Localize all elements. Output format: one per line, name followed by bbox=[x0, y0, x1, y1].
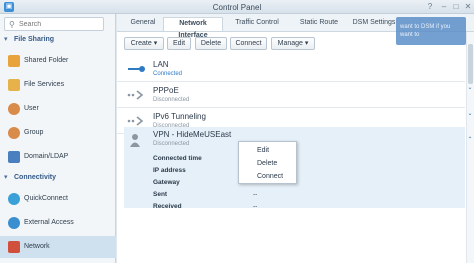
edit-button[interactable]: Edit bbox=[167, 37, 191, 50]
collapse-arrow-icon[interactable]: ⌃ bbox=[466, 136, 474, 143]
interface-status: Connected bbox=[153, 71, 183, 77]
minimize-icon[interactable]: – bbox=[439, 2, 449, 12]
title-bar: ▣ Control Panel ? – □ ✕ bbox=[0, 0, 474, 14]
interface-name: PPPoE bbox=[153, 86, 179, 95]
sidebar: ⚲ ▾ File Sharing Shared Folder File Serv… bbox=[0, 14, 116, 263]
sidebar-item-external-access[interactable]: External Access bbox=[0, 212, 116, 234]
tab-static-route[interactable]: Static Route bbox=[291, 17, 347, 31]
notification-text: want to DSM if you want to bbox=[400, 24, 451, 38]
vpn-name: VPN - HideMeUSEast bbox=[153, 130, 232, 139]
quickconnect-icon bbox=[8, 193, 20, 205]
context-menu: Edit Delete Connect bbox=[238, 141, 297, 184]
collapse-caret-icon: ▾ bbox=[4, 174, 8, 181]
sidebar-item-label: Group bbox=[24, 129, 44, 136]
interface-name: LAN bbox=[153, 60, 169, 69]
interface-name: IPv6 Tunneling bbox=[153, 112, 206, 121]
sidebar-item-label: QuickConnect bbox=[24, 195, 68, 202]
search-input[interactable] bbox=[19, 19, 99, 29]
search-box[interactable]: ⚲ bbox=[4, 17, 104, 31]
sidebar-item-label: Domain/LDAP bbox=[24, 153, 69, 160]
domain-icon bbox=[8, 151, 20, 163]
main-panel: General Network Interface Traffic Contro… bbox=[117, 14, 474, 263]
sidebar-item-shared-folder[interactable]: Shared Folder bbox=[0, 50, 116, 72]
sidebar-item-label: External Access bbox=[24, 219, 74, 226]
external-access-icon bbox=[8, 217, 20, 229]
sidebar-item-label: User bbox=[24, 105, 39, 112]
delete-button[interactable]: Delete bbox=[195, 37, 227, 50]
notification-popup: want to DSM if you want to bbox=[396, 17, 466, 45]
window-title: Control Panel bbox=[212, 3, 262, 12]
sidebar-item-group[interactable]: Group bbox=[0, 122, 116, 144]
section-file-sharing[interactable]: ▾ File Sharing bbox=[0, 34, 116, 46]
detail-sent: Sent -- bbox=[153, 191, 303, 202]
detail-value: -- bbox=[253, 203, 258, 210]
sidebar-item-domain-ldap[interactable]: Domain/LDAP bbox=[0, 146, 116, 168]
expand-arrow-icon[interactable]: ⌄ bbox=[466, 84, 474, 91]
file-services-icon bbox=[8, 79, 20, 91]
interface-status: Disconnected bbox=[153, 97, 190, 103]
connect-button[interactable]: Connect bbox=[230, 37, 267, 50]
tab-traffic-control[interactable]: Traffic Control bbox=[225, 17, 289, 31]
tab-general[interactable]: General bbox=[125, 17, 161, 31]
sidebar-item-label: Network bbox=[24, 243, 50, 250]
interface-row-pppoe[interactable]: PPPoE Disconnected bbox=[117, 82, 465, 108]
detail-received: Received -- bbox=[153, 203, 303, 214]
detail-label: IP address bbox=[153, 167, 186, 174]
sidebar-item-quickconnect[interactable]: QuickConnect bbox=[0, 188, 116, 210]
interface-row-lan[interactable]: LAN Connected bbox=[117, 56, 465, 82]
detail-value: -- bbox=[253, 191, 258, 198]
search-icon: ⚲ bbox=[9, 20, 15, 29]
create-button[interactable]: Create ▾ bbox=[124, 37, 164, 50]
scrollbar[interactable] bbox=[466, 32, 474, 263]
vpn-status: Disconnected bbox=[153, 141, 190, 147]
help-icon[interactable]: ? bbox=[425, 2, 435, 12]
sidebar-item-label: Shared Folder bbox=[24, 57, 69, 64]
section-label: Connectivity bbox=[14, 174, 57, 181]
detail-label: Sent bbox=[153, 191, 168, 198]
sidebar-item-network[interactable]: Network bbox=[0, 236, 116, 258]
network-icon bbox=[8, 241, 20, 253]
user-icon bbox=[8, 103, 20, 115]
maximize-icon[interactable]: □ bbox=[451, 2, 461, 12]
folder-icon bbox=[8, 55, 20, 67]
scrollbar-thumb[interactable] bbox=[468, 44, 473, 84]
create-label: Create bbox=[130, 40, 152, 47]
lan-connected-icon bbox=[128, 66, 145, 72]
detail-label: Received bbox=[153, 203, 182, 210]
detail-label: Connected time bbox=[153, 155, 202, 162]
section-label: File Sharing bbox=[14, 36, 55, 43]
context-menu-connect[interactable]: Connect bbox=[239, 170, 296, 183]
detail-label: Gateway bbox=[153, 179, 180, 186]
collapse-caret-icon: ▾ bbox=[4, 36, 8, 43]
vpn-profile-icon bbox=[130, 134, 140, 147]
sidebar-item-user[interactable]: User bbox=[0, 98, 116, 120]
context-menu-delete[interactable]: Delete bbox=[239, 157, 296, 170]
sidebar-item-file-services[interactable]: File Services bbox=[0, 74, 116, 96]
group-icon bbox=[8, 127, 20, 139]
tab-network-interface[interactable]: Network Interface bbox=[163, 17, 223, 39]
ipv6-disconnected-icon bbox=[127, 116, 144, 126]
close-icon[interactable]: ✕ bbox=[463, 2, 473, 12]
tab-dsm-settings[interactable]: DSM Settings bbox=[349, 17, 399, 31]
manage-label: Manage bbox=[277, 40, 303, 47]
sidebar-item-label: File Services bbox=[24, 81, 65, 88]
pppoe-disconnected-icon bbox=[127, 90, 144, 100]
section-connectivity[interactable]: ▾ Connectivity bbox=[0, 172, 116, 184]
expand-arrow-icon[interactable]: ⌄ bbox=[466, 110, 474, 117]
manage-button[interactable]: Manage ▾ bbox=[271, 37, 315, 50]
context-menu-edit[interactable]: Edit bbox=[239, 144, 296, 157]
